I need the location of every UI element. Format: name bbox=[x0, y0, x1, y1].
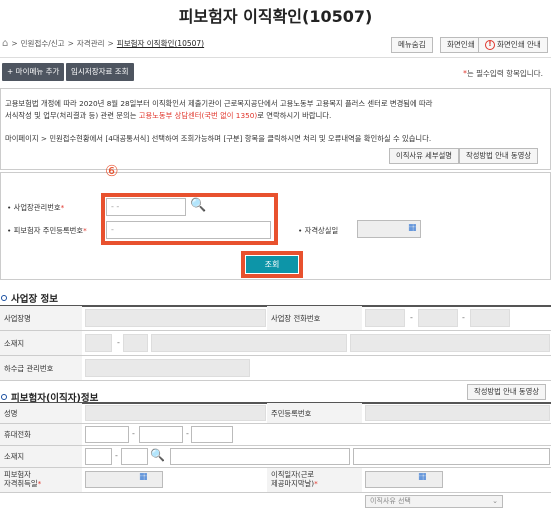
breadcrumb-item[interactable]: 자격관리 bbox=[77, 38, 105, 49]
print-guide-label: 화면인쇄 안내 bbox=[497, 40, 541, 49]
name-field[interactable] bbox=[85, 405, 266, 421]
breadcrumb-sep-icon: > bbox=[11, 39, 18, 48]
table-border bbox=[0, 445, 551, 446]
menu-hide-button[interactable]: 메뉴숨김 bbox=[391, 37, 433, 53]
leave-date-field[interactable] bbox=[365, 471, 443, 488]
print-guide-button[interactable]: ! 화면인쇄 안내 bbox=[478, 37, 548, 53]
notice-box: 고용보험법 개정에 따라 2020년 8월 28일부터 이직확인서 제출기관이 … bbox=[0, 88, 551, 170]
chevron-down-icon: ⌄ bbox=[492, 497, 498, 505]
mobile-field-2[interactable] bbox=[139, 426, 183, 443]
biz-name-label: 사업장명 bbox=[4, 314, 31, 323]
breadcrumb-bar: ⌂ > 민원접수/신고 > 자격관리 > 피보험자 이직확인(10507) 메뉴… bbox=[0, 34, 551, 58]
dash: - bbox=[132, 429, 135, 438]
rrn-field[interactable] bbox=[365, 405, 550, 421]
acq-date-field[interactable] bbox=[85, 471, 163, 488]
person-address-label: 소재지 bbox=[4, 452, 25, 461]
add-my-menu-button[interactable]: + 마이메뉴 추가 bbox=[2, 63, 65, 81]
biz-phone-label: 사업장 전화번호 bbox=[271, 314, 321, 323]
biz-info-title: 사업장 정보 bbox=[1, 291, 58, 305]
acq-date-label: 피보험자 자격취득일* bbox=[4, 470, 42, 488]
bullet-icon bbox=[1, 394, 7, 400]
person-rrn-label: • 피보험자 주민등록번호* bbox=[7, 226, 87, 235]
zip-field-2[interactable] bbox=[123, 334, 148, 352]
rrn-label: 주민등록번호 bbox=[271, 409, 312, 418]
biz-name-field[interactable] bbox=[85, 309, 266, 327]
breadcrumb-current: 피보험자 이직확인(10507) bbox=[116, 39, 205, 48]
dash: - bbox=[186, 429, 189, 438]
table-border bbox=[0, 380, 551, 381]
dash: - bbox=[410, 313, 413, 322]
calendar-icon[interactable]: ▦ bbox=[139, 472, 148, 482]
biz-number-label: • 사업장관리번호* bbox=[7, 203, 65, 212]
guide-video-button[interactable]: 작성방법 안내 동영상 bbox=[459, 148, 539, 164]
calendar-icon[interactable]: ▦ bbox=[408, 223, 417, 233]
search-button[interactable]: 조회 bbox=[246, 256, 298, 273]
calendar-icon[interactable]: ▦ bbox=[418, 472, 427, 482]
home-icon[interactable]: ⌂ bbox=[2, 38, 8, 49]
breadcrumb-sep-icon: > bbox=[107, 39, 114, 48]
search-icon[interactable]: 🔍 bbox=[150, 448, 165, 462]
leave-date-label: 이직일자(근로 제공마지막날)* bbox=[271, 470, 318, 488]
notice-line: 고용보험법 개정에 따라 2020년 8월 28일부터 이직확인서 제출기관이 … bbox=[5, 99, 433, 108]
name-label: 성명 bbox=[4, 409, 18, 418]
dash: - bbox=[462, 313, 465, 322]
print-button[interactable]: 화면인쇄 bbox=[440, 37, 482, 53]
table-border bbox=[0, 423, 551, 424]
reason-detail-button[interactable]: 이직사유 세부설명 bbox=[389, 148, 460, 164]
notice-line: 마이페이지 > 민원접수현황에서 [4대공통서식] 선택하여 조회가능하며 [구… bbox=[5, 134, 432, 143]
address-field-2[interactable] bbox=[350, 334, 550, 352]
phone-field-3[interactable] bbox=[470, 309, 510, 327]
temp-saved-button[interactable]: 임시저장자료 조회 bbox=[66, 63, 134, 81]
address-field-1[interactable] bbox=[151, 334, 347, 352]
mobile-field-1[interactable] bbox=[85, 426, 129, 443]
notice-line: 서식작성 및 업무(처리결과 등) 관련 문의는 고용노동부 상담센터(국번 없… bbox=[5, 111, 332, 120]
breadcrumb-item[interactable]: 민원접수/신고 bbox=[21, 38, 65, 49]
alert-icon: ! bbox=[485, 40, 495, 50]
table-border bbox=[0, 355, 551, 356]
table-border bbox=[0, 492, 551, 493]
sub-number-field[interactable] bbox=[85, 359, 250, 377]
phone-field-2[interactable] bbox=[418, 309, 458, 327]
highlight-box bbox=[101, 193, 278, 245]
mobile-label: 휴대전화 bbox=[4, 430, 31, 439]
table-border bbox=[0, 330, 551, 331]
breadcrumb-sep-icon: > bbox=[67, 39, 74, 48]
person-address-field-2[interactable] bbox=[353, 448, 550, 465]
annotation-number: ⑥ bbox=[105, 162, 119, 180]
phone-field-1[interactable] bbox=[365, 309, 405, 327]
loss-date-label: • 자격상실일 bbox=[298, 226, 339, 235]
person-zip-field-1[interactable] bbox=[85, 448, 112, 465]
page-title: 피보험자 이직확인(10507) bbox=[178, 7, 373, 26]
biz-address-label: 소재지 bbox=[4, 339, 25, 348]
person-zip-field-2[interactable] bbox=[121, 448, 148, 465]
person-video-button[interactable]: 작성방법 안내 동영상 bbox=[467, 384, 547, 400]
zip-field-1[interactable] bbox=[85, 334, 112, 352]
dash: - bbox=[115, 451, 118, 460]
reason-select[interactable]: 이직사유 선택 ⌄ bbox=[365, 495, 503, 508]
mobile-field-3[interactable] bbox=[191, 426, 233, 443]
bullet-icon bbox=[1, 295, 7, 301]
dash: - bbox=[117, 338, 120, 347]
required-note: *는 필수입력 항목입니다. bbox=[463, 69, 543, 78]
sub-number-label: 하수급 관리번호 bbox=[4, 364, 54, 373]
person-address-field-1[interactable] bbox=[170, 448, 350, 465]
breadcrumb: ⌂ > 민원접수/신고 > 자격관리 > 피보험자 이직확인(10507) bbox=[2, 38, 204, 49]
